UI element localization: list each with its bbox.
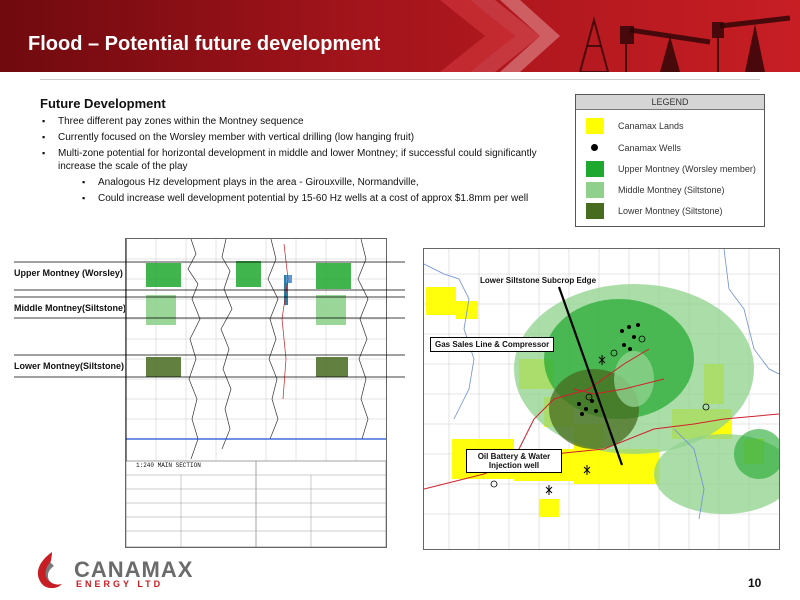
legend-item-canamax-lands: Canamax Lands bbox=[586, 118, 756, 134]
future-development-bullets: Three different pay zones within the Mon… bbox=[40, 115, 560, 205]
legend-item-lower-montney: Lower Montney (Siltstone) bbox=[586, 203, 756, 219]
slide-header: Flood – Potential future development bbox=[0, 0, 800, 72]
bullet-item: Currently focused on the Worsley member … bbox=[40, 131, 560, 144]
legend-swatch-light-green bbox=[586, 182, 604, 198]
zone-label-lower-montney: Lower Montney(Siltstone) bbox=[14, 361, 124, 371]
sub-bullet-item: Analogous Hz development plays in the ar… bbox=[40, 176, 560, 189]
header-divider bbox=[40, 79, 760, 80]
legend-label: Middle Montney (Siltstone) bbox=[618, 185, 725, 195]
log-section-label: 1:240 MAIN SECTION bbox=[136, 462, 201, 469]
legend-swatch-green bbox=[586, 161, 604, 177]
legend-title: LEGEND bbox=[576, 95, 764, 110]
gas-sales-callout: Gas Sales Line & Compressor bbox=[430, 337, 555, 352]
subcrop-edge-label: Lower Siltstone Subcrop Edge bbox=[480, 276, 597, 285]
legend-item-canamax-wells: Canamax Wells bbox=[586, 140, 756, 156]
land-map: Lower Siltstone Subcrop Edge Gas Sales L… bbox=[423, 248, 780, 550]
oil-pumpjack-silhouette-icon bbox=[578, 15, 791, 72]
legend-swatch-yellow bbox=[586, 118, 604, 134]
oil-battery-label-line1: Oil Battery & Water bbox=[477, 452, 551, 461]
legend-item-upper-montney: Upper Montney (Worsley member) bbox=[586, 161, 756, 177]
bullet-item: Three different pay zones within the Mon… bbox=[40, 115, 560, 128]
oil-battery-label-line2: Injection well bbox=[488, 461, 540, 470]
well-log-panel: 1:240 MAIN SECTION bbox=[125, 238, 387, 548]
slide-title: Flood – Potential future development bbox=[28, 33, 381, 55]
sub-bullet-item: Could increase well development potentia… bbox=[40, 192, 560, 205]
well-dot-icon bbox=[591, 144, 598, 151]
oil-battery-callout: Oil Battery & Water Injection well bbox=[466, 449, 562, 473]
future-development-heading: Future Development bbox=[40, 96, 166, 111]
legend-label: Canamax Lands bbox=[618, 121, 684, 131]
bullet-item: Multi-zone potential for horizontal deve… bbox=[40, 147, 560, 173]
page-number: 10 bbox=[748, 576, 762, 590]
future-development-section: Future Development Three different pay z… bbox=[40, 96, 560, 208]
well-log-graphic bbox=[126, 239, 386, 547]
legend-label: Canamax Wells bbox=[618, 143, 681, 153]
canamax-flame-logo-icon bbox=[37, 552, 62, 589]
land-map-graphic bbox=[424, 249, 779, 549]
company-logo-tagline: ENERGY LTD bbox=[76, 579, 164, 589]
legend-label: Upper Montney (Worsley member) bbox=[618, 164, 756, 174]
legend-swatch-dark-green bbox=[586, 203, 604, 219]
zone-label-middle-montney: Middle Montney(Siltstone) bbox=[14, 303, 126, 313]
zone-label-upper-montney: Upper Montney (Worsley) bbox=[14, 268, 123, 278]
legend-label: Lower Montney (Siltstone) bbox=[618, 206, 723, 216]
map-legend: LEGEND Canamax Lands Canamax Wells Upper… bbox=[575, 94, 765, 227]
legend-item-middle-montney: Middle Montney (Siltstone) bbox=[586, 182, 756, 198]
